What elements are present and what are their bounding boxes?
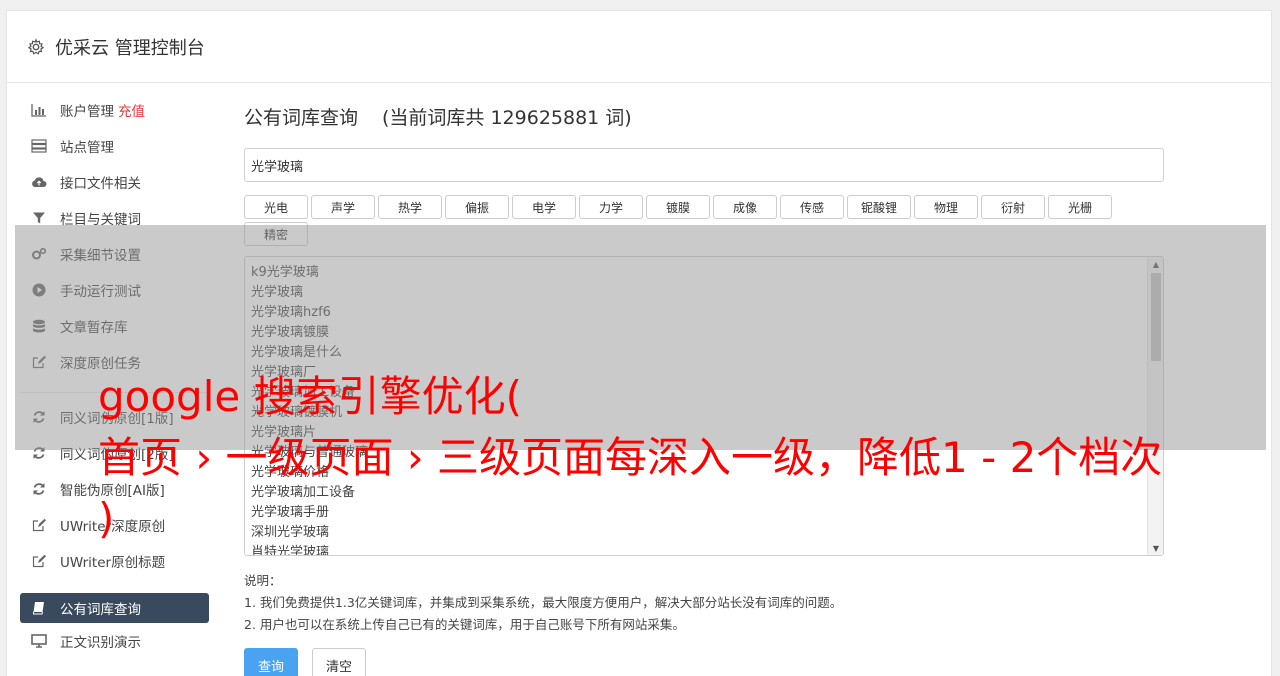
- notes-line: 2. 用户也可以在系统上传自己已有的关键词库，用于自己账号下所有网站采集。: [244, 617, 685, 632]
- category-button[interactable]: 电学: [512, 195, 576, 219]
- clear-button[interactable]: 清空: [312, 648, 366, 676]
- category-button[interactable]: 偏振: [445, 195, 509, 219]
- page-title: 公有词库查询 (当前词库共 129625881 词): [244, 98, 1164, 134]
- category-button[interactable]: 热学: [378, 195, 442, 219]
- notes-line: 1. 我们免费提供1.3亿关键词库，并集成到采集系统，最大限度方便用户，解决大部…: [244, 595, 843, 610]
- recharge-link[interactable]: 充值: [118, 100, 145, 120]
- server-icon: [31, 138, 47, 154]
- overlay-caption-line: google 搜索引擎优化(: [98, 372, 522, 421]
- bar-chart-icon: [31, 102, 47, 118]
- book-icon: [31, 600, 47, 616]
- top-bar: 优采云 管理控制台: [7, 11, 1271, 83]
- sidebar-item-label: 公有词库查询: [60, 602, 141, 618]
- category-button[interactable]: 传感: [780, 195, 844, 219]
- edit-icon: [31, 517, 47, 533]
- notes: 说明： 1. 我们免费提供1.3亿关键词库，并集成到采集系统，最大限度方便用户，…: [244, 570, 1164, 636]
- overlay-caption: google 搜索引擎优化( 首页 › 一级页面 › 三级页面每深入一级，降低1…: [98, 366, 1218, 549]
- category-button[interactable]: 镀膜: [646, 195, 710, 219]
- category-button[interactable]: 物理: [914, 195, 978, 219]
- cloud-upload-icon: [31, 174, 47, 190]
- sidebar-item-label: 站点管理: [60, 140, 114, 156]
- sidebar-item-account[interactable]: 账户管理 充值: [20, 92, 209, 128]
- category-button[interactable]: 光栅: [1048, 195, 1112, 219]
- sidebar-item-label: 接口文件相关: [60, 176, 141, 192]
- action-buttons: 查询 清空: [244, 648, 1164, 676]
- category-button[interactable]: 力学: [579, 195, 643, 219]
- category-button[interactable]: 光电: [244, 195, 308, 219]
- filter-icon: [31, 210, 47, 226]
- category-button[interactable]: 衍射: [981, 195, 1045, 219]
- monitor-icon: [31, 633, 47, 649]
- sidebar-item-label: 账户管理: [60, 104, 114, 120]
- lexicon-count: (当前词库共 129625881 词): [382, 106, 632, 129]
- notes-label: 说明：: [244, 573, 282, 588]
- query-button[interactable]: 查询: [244, 648, 298, 676]
- category-button[interactable]: 声学: [311, 195, 375, 219]
- sidebar-item-label: 正文识别演示: [60, 635, 141, 651]
- keyword-input[interactable]: [244, 148, 1164, 182]
- overlay-caption-line: 首页 › 一级页面 › 三级页面每深入一级，降低1 - 2个档次: [98, 433, 1163, 482]
- refresh-icon: [31, 481, 47, 497]
- gear-icon: [27, 37, 45, 55]
- sidebar-item-interface[interactable]: 接口文件相关: [20, 164, 209, 200]
- sidebar-item-label: UWriter原创标题: [60, 555, 166, 571]
- edit-icon: [31, 553, 47, 569]
- sidebar-item-text-recognition[interactable]: 正文识别演示: [20, 623, 209, 659]
- sidebar-item-sites[interactable]: 站点管理: [20, 128, 209, 164]
- category-button[interactable]: 铌酸锂: [847, 195, 911, 219]
- app-title: 优采云 管理控制台: [55, 37, 205, 59]
- sidebar-item-public-lexicon[interactable]: 公有词库查询: [20, 593, 209, 623]
- overlay-caption-line: ): [98, 494, 115, 543]
- category-button[interactable]: 成像: [713, 195, 777, 219]
- page-title-text: 公有词库查询: [244, 106, 359, 129]
